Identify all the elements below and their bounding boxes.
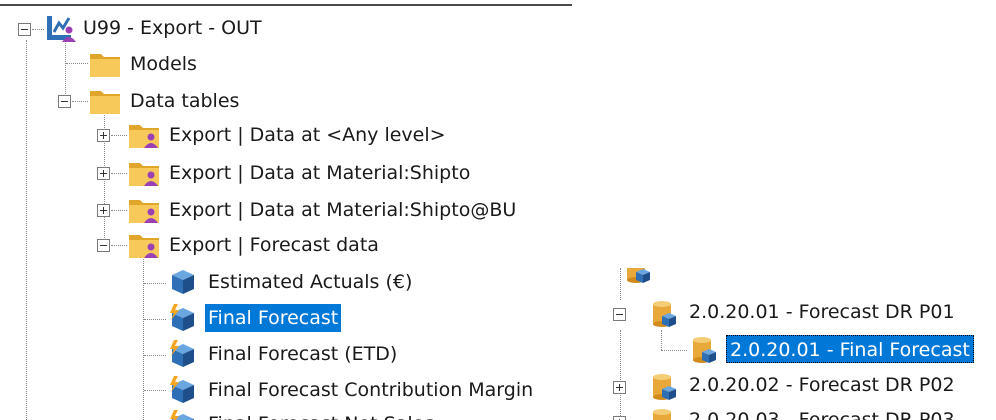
cube-lightning-icon [169, 410, 197, 420]
tree-item-models[interactable]: Models [127, 50, 200, 78]
tree-connector [144, 319, 166, 320]
folder-user-icon [128, 159, 160, 187]
tree-connector [32, 29, 44, 30]
collapse-toggle[interactable] [58, 95, 71, 108]
tree-connector [620, 330, 621, 420]
tree-connector [26, 40, 27, 420]
folder-user-icon [128, 196, 160, 224]
tree-item-folder[interactable]: Export | Forecast data [166, 231, 382, 259]
tree-connector [144, 283, 166, 284]
tree-connector [144, 355, 166, 356]
tree-item-folder[interactable]: Export | Data at Material:Shipto [166, 159, 473, 187]
cylinder-cube-icon [650, 298, 678, 328]
expand-toggle[interactable] [97, 129, 110, 142]
tree-connector [72, 101, 88, 102]
folder-icon [89, 87, 121, 115]
tree-item-data-table[interactable]: Final Forecast Contribution Margin [205, 376, 536, 404]
tree-item-folder[interactable]: Export | Data at Material:Shipto@BU [166, 196, 519, 224]
model-root-icon [45, 14, 77, 44]
cylinder-cube-icon [624, 268, 652, 284]
tree-connector [111, 245, 127, 246]
side-tree-item[interactable]: 2.0.20.02 - Forecast DR P02 [686, 371, 958, 399]
side-tree-item-selected[interactable]: 2.0.20.01 - Final Forecast [726, 335, 974, 363]
tree-connector [66, 63, 88, 64]
collapse-toggle[interactable] [97, 239, 110, 252]
expand-toggle[interactable] [613, 381, 626, 394]
cylinder-cube-icon [650, 371, 678, 401]
tree-connector [144, 390, 166, 391]
folder-icon [89, 50, 121, 78]
panel-top-border [0, 4, 572, 6]
tree-connector [111, 210, 127, 211]
cylinder-cube-icon [650, 406, 678, 420]
side-tree-panel: 2.0.20.01 - Forecast DR P01 2.0.20.01 - … [604, 268, 996, 420]
tree-item-data-table[interactable]: Final Forecast Net Sales [205, 410, 437, 420]
cube-lightning-icon [169, 304, 197, 332]
expand-toggle[interactable] [613, 416, 626, 420]
tree-connector [65, 40, 66, 102]
folder-user-icon [128, 231, 160, 259]
cube-icon [169, 268, 197, 296]
expand-toggle[interactable] [97, 204, 110, 217]
tree-item-data-table[interactable]: Final Forecast (ETD) [205, 340, 400, 368]
tree-connector [661, 330, 662, 350]
tree-connector [620, 268, 621, 300]
collapse-toggle[interactable] [613, 308, 626, 321]
tree-item-data-tables[interactable]: Data tables [127, 87, 242, 115]
tree-connector [143, 254, 144, 420]
cube-lightning-icon [169, 376, 197, 404]
cube-lightning-icon [169, 340, 197, 368]
side-tree-item[interactable]: 2.0.20.03 - Forecast DR P03 [686, 406, 958, 420]
tree-connector [111, 173, 127, 174]
expand-toggle[interactable] [97, 167, 110, 180]
tree-connector [111, 135, 127, 136]
tree-item-data-table-selected[interactable]: Final Forecast [205, 304, 342, 332]
folder-user-icon [128, 121, 160, 149]
side-tree-item[interactable]: 2.0.20.01 - Forecast DR P01 [686, 298, 958, 326]
tree-item-root[interactable]: U99 - Export - OUT [80, 14, 265, 42]
tree-item-data-table[interactable]: Estimated Actuals (€) [205, 268, 415, 296]
cylinder-cube-icon [690, 334, 718, 364]
tree-connector [661, 350, 687, 351]
tree-item-folder[interactable]: Export | Data at <Any level> [166, 121, 449, 149]
tree-view: U99 - Export - OUT Models Data tables Ex… [0, 0, 996, 420]
collapse-toggle[interactable] [18, 23, 31, 36]
